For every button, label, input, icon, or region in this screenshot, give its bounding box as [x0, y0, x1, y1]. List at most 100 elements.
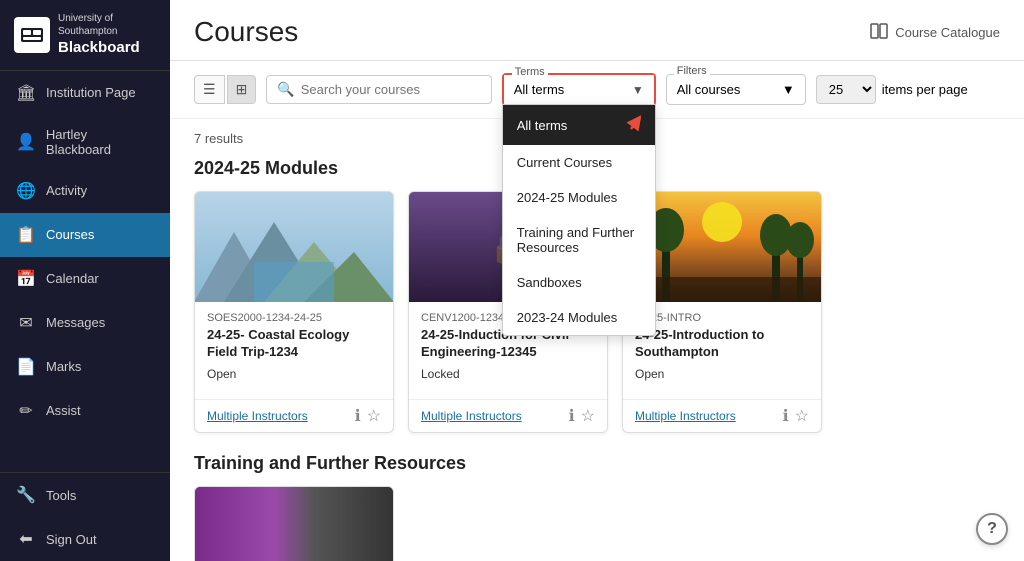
- per-page-label: items per page: [882, 82, 968, 97]
- sidebar-item-activity[interactable]: 🌐 Activity: [0, 169, 170, 213]
- page-title: Courses: [194, 16, 298, 48]
- calendar-icon: 📅: [16, 269, 36, 289]
- filters-select[interactable]: All courses ▼: [666, 74, 806, 105]
- brand-label: Blackboard: [58, 38, 140, 58]
- signout-icon: ⬅: [16, 529, 36, 549]
- sidebar-item-institution-page[interactable]: 🏛 Institution Page: [0, 71, 170, 115]
- card-footer-coastal: Multiple Instructors ℹ ☆: [195, 399, 393, 432]
- card-footer-civil: Multiple Instructors ℹ ☆: [409, 399, 607, 432]
- sidebar-nav: 🏛 Institution Page 👤 Hartley Blackboard …: [0, 71, 170, 473]
- card-icons-intro: ℹ ☆: [783, 406, 809, 426]
- star-icon-civil[interactable]: ☆: [581, 406, 595, 426]
- courses-icon: 📋: [16, 225, 36, 245]
- filters-dropdown-container: Filters All courses ▼: [666, 74, 806, 105]
- toolbar: ☰ ⊞ 🔍 Terms All terms ▼ All terms: [170, 61, 1024, 119]
- card-status-intro: Open: [635, 367, 809, 381]
- training-card: [194, 486, 394, 561]
- university-label: University ofSouthampton: [58, 12, 140, 38]
- tools-icon: 🔧: [16, 485, 36, 505]
- sidebar-item-assist[interactable]: ✏ Assist: [0, 389, 170, 433]
- terms-dropdown-menu: All terms Current Courses 2024-25 Mo: [502, 104, 656, 336]
- card-status-civil: Locked: [421, 367, 595, 381]
- assist-label: Assist: [46, 403, 81, 418]
- tools-label: Tools: [46, 488, 76, 503]
- view-toggle: ☰ ⊞: [194, 75, 256, 104]
- dropdown-item-sandboxes[interactable]: Sandboxes: [503, 265, 655, 300]
- info-icon-intro[interactable]: ℹ: [783, 406, 789, 426]
- card-code-coastal: SOES2000-1234-24-25: [207, 312, 381, 324]
- star-icon-intro[interactable]: ☆: [795, 406, 809, 426]
- sidebar-item-messages[interactable]: ✉ Messages: [0, 301, 170, 345]
- list-view-button[interactable]: ☰: [194, 75, 225, 104]
- signout-label: Sign Out: [46, 532, 97, 547]
- marks-icon: 📄: [16, 357, 36, 377]
- card-instructor-civil[interactable]: Multiple Instructors: [421, 409, 522, 423]
- logo-icon: [14, 17, 50, 53]
- terms-arrow-icon: ▼: [632, 83, 644, 97]
- search-icon: 🔍: [277, 81, 294, 98]
- filters-arrow-icon: ▼: [782, 82, 795, 97]
- course-card-coastal-ecology: SOES2000-1234-24-25 24-25- Coastal Ecolo…: [194, 191, 394, 433]
- filters-selected-value: All courses: [677, 82, 741, 97]
- globe-icon: 🌐: [16, 181, 36, 201]
- city-label: Southampton: [58, 26, 118, 37]
- terms-dropdown-container: Terms All terms ▼ All terms: [502, 73, 656, 106]
- sidebar-bottom: 🔧 Tools ⬅ Sign Out: [0, 472, 170, 561]
- card-status-coastal: Open: [207, 367, 381, 381]
- institution-icon: 🏛: [16, 83, 36, 103]
- dropdown-item-current-courses[interactable]: Current Courses: [503, 145, 655, 180]
- section2-title: Training and Further Resources: [194, 453, 1000, 474]
- dropdown-item-2023-modules[interactable]: 2023-24 Modules: [503, 300, 655, 335]
- card-image-mountains: [195, 192, 393, 302]
- per-page-select[interactable]: 25 50 100: [816, 75, 876, 104]
- logo-text: University ofSouthampton Blackboard: [58, 12, 140, 58]
- card-footer-intro: Multiple Instructors ℹ ☆: [623, 399, 821, 432]
- card-instructor-coastal[interactable]: Multiple Instructors: [207, 409, 308, 423]
- info-icon-coastal[interactable]: ℹ: [355, 406, 361, 426]
- messages-icon: ✉: [16, 313, 36, 333]
- institution-label: Institution Page: [46, 85, 136, 100]
- info-icon-civil[interactable]: ℹ: [569, 406, 575, 426]
- messages-label: Messages: [46, 315, 105, 330]
- sidebar-item-calendar[interactable]: 📅 Calendar: [0, 257, 170, 301]
- course-catalogue-button[interactable]: Course Catalogue: [869, 22, 1000, 43]
- terms-select[interactable]: All terms ▼: [504, 75, 654, 104]
- sidebar-item-marks[interactable]: 📄 Marks: [0, 345, 170, 389]
- star-icon-coastal[interactable]: ☆: [367, 406, 381, 426]
- card-title-coastal: 24-25- Coastal Ecology Field Trip-1234: [207, 327, 381, 361]
- dropdown-item-all-terms[interactable]: All terms: [503, 105, 655, 145]
- sidebar-item-hartley[interactable]: 👤 Hartley Blackboard: [0, 115, 170, 169]
- person-icon: 👤: [16, 132, 36, 152]
- activity-label: Activity: [46, 183, 87, 198]
- training-cards-row: [194, 486, 1000, 561]
- sidebar-item-courses[interactable]: 📋 Courses: [0, 213, 170, 257]
- sidebar: University ofSouthampton Blackboard 🏛 In…: [0, 0, 170, 561]
- marks-label: Marks: [46, 359, 81, 374]
- hartley-label: Hartley Blackboard: [46, 127, 154, 157]
- per-page-box: 25 50 100 items per page: [816, 75, 968, 104]
- courses-label: Courses: [46, 227, 94, 242]
- sidebar-item-sign-out[interactable]: ⬅ Sign Out: [0, 517, 170, 561]
- terms-label: Terms: [512, 66, 548, 78]
- card-title-intro: 24-25-Introduction to Southampton: [635, 327, 809, 361]
- card-instructor-intro[interactable]: Multiple Instructors: [635, 409, 736, 423]
- sidebar-item-tools[interactable]: 🔧 Tools: [0, 473, 170, 517]
- sidebar-logo: University ofSouthampton Blackboard: [0, 0, 170, 71]
- help-button[interactable]: ?: [976, 513, 1008, 545]
- card-body-coastal: SOES2000-1234-24-25 24-25- Coastal Ecolo…: [195, 302, 393, 399]
- main-header: Courses Course Catalogue: [170, 0, 1024, 61]
- dropdown-item-training[interactable]: Training and Further Resources: [503, 215, 655, 265]
- training-card-image: [195, 487, 393, 561]
- card-code-intro: 24-25-INTRO: [635, 312, 809, 324]
- filters-label: Filters: [674, 65, 710, 77]
- grid-view-button[interactable]: ⊞: [227, 75, 257, 104]
- terms-selected-value: All terms: [514, 82, 565, 97]
- search-input[interactable]: [301, 82, 481, 97]
- catalogue-icon: [869, 22, 889, 43]
- calendar-label: Calendar: [46, 271, 99, 286]
- card-icons-coastal: ℹ ☆: [355, 406, 381, 426]
- dropdown-item-2024-modules[interactable]: 2024-25 Modules: [503, 180, 655, 215]
- catalogue-label: Course Catalogue: [895, 25, 1000, 40]
- main-content: Courses Course Catalogue ☰ ⊞ 🔍 Terms All…: [170, 0, 1024, 561]
- assist-icon: ✏: [16, 401, 36, 421]
